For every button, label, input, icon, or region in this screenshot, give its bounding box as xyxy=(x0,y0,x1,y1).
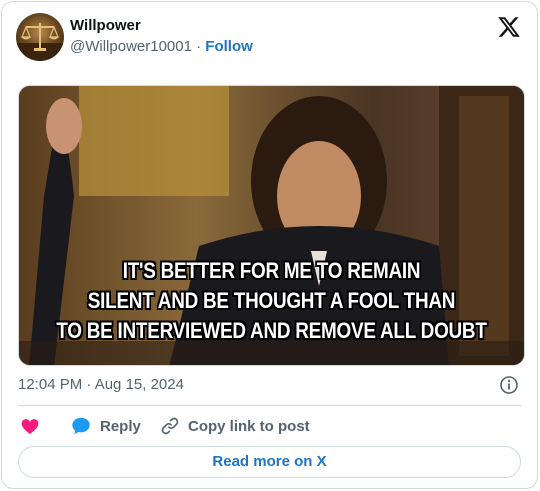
reply-label: Reply xyxy=(100,417,141,435)
author-avatar[interactable] xyxy=(16,13,64,61)
post-header: Willpower @Willpower10001 · Follow xyxy=(16,13,523,63)
meme-caption: IT'S BETTER FOR ME TO REMAIN SILENT AND … xyxy=(54,256,488,346)
follow-link[interactable]: Follow xyxy=(205,38,253,55)
caption-line: IT'S BETTER FOR ME TO REMAIN xyxy=(122,258,421,283)
handle-separator: · xyxy=(196,38,202,55)
read-more-button[interactable]: Read more on X xyxy=(18,446,521,478)
reply-button[interactable]: Reply xyxy=(70,415,141,437)
info-icon[interactable] xyxy=(499,375,519,395)
like-button[interactable] xyxy=(20,415,48,437)
copy-link-button[interactable]: Copy link to post xyxy=(160,415,310,437)
heart-icon xyxy=(21,419,39,434)
author-name[interactable]: Willpower xyxy=(70,17,141,34)
x-logo-icon[interactable] xyxy=(497,15,521,39)
author-handle[interactable]: @Willpower10001 xyxy=(70,38,192,55)
embedded-post-card: Willpower @Willpower10001 · Follow IT'S … xyxy=(1,1,538,489)
copy-link-label: Copy link to post xyxy=(188,417,310,435)
post-timestamp[interactable]: 12:04 PM · Aug 15, 2024 xyxy=(18,376,184,393)
scales-of-justice-icon xyxy=(16,23,64,61)
caption-line: SILENT AND BE THOUGHT A FOOL THAN xyxy=(87,288,456,313)
author-handle-line: @Willpower10001 · Follow xyxy=(70,38,253,55)
caption-line: TO BE INTERVIEWED AND REMOVE ALL DOUBT xyxy=(56,318,487,343)
post-actions: Reply Copy link to post xyxy=(18,415,521,437)
post-media-image[interactable]: IT'S BETTER FOR ME TO REMAIN SILENT AND … xyxy=(18,85,525,366)
speech-bubble-icon xyxy=(72,417,90,435)
link-icon xyxy=(161,417,179,435)
divider xyxy=(18,405,521,406)
